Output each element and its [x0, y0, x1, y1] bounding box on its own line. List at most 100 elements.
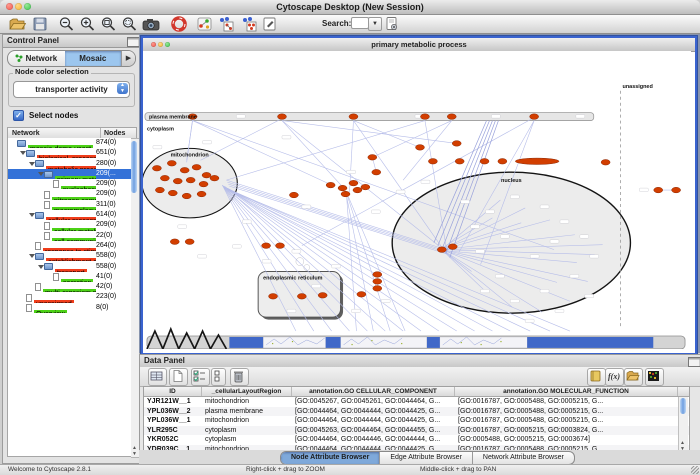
graph-node[interactable] — [373, 286, 382, 292]
tree-row[interactable]: Overview8(0) — [8, 303, 132, 313]
function-builder-icon[interactable]: f(x) — [605, 368, 624, 386]
network-canvas[interactable]: plasma membranecytoplasmmitochondrionnuc… — [143, 51, 691, 349]
search-dropdown-button[interactable]: ▼ — [368, 17, 382, 31]
float-panel-icon[interactable] — [688, 357, 700, 367]
graph-node[interactable] — [428, 159, 437, 165]
column-header[interactable]: ID — [144, 387, 202, 396]
region-nucleus[interactable] — [392, 172, 630, 313]
table-scrollbar[interactable]: ▲▼ — [678, 397, 688, 452]
table-row[interactable]: YPL036W__2plasma membrane[GO:0044464, GO… — [144, 407, 689, 417]
graph-node[interactable] — [368, 155, 377, 161]
graph-edge[interactable] — [282, 121, 457, 144]
tree-row[interactable]: mosaic-demo-yeast874(0) — [8, 138, 132, 148]
select-nodes-checkbox[interactable]: ✓ — [13, 110, 24, 121]
tree-row[interactable]: cellular metabol209(0) — [8, 220, 132, 230]
graph-node[interactable] — [515, 158, 559, 164]
graph-node[interactable] — [180, 167, 189, 173]
tab-overflow-arrow[interactable]: ▶ — [121, 51, 135, 66]
tree-row[interactable]: transport558(0) — [8, 262, 132, 272]
graph-node[interactable] — [452, 141, 461, 147]
tree-row[interactable]: unassigned223(0) — [8, 292, 132, 302]
graph-node[interactable] — [373, 279, 382, 285]
attribute-grid-icon[interactable] — [148, 368, 167, 386]
graph-edge[interactable] — [353, 121, 420, 148]
table-row[interactable]: YLR295Ccytoplasm[GO:0045263, GO:0044464,… — [144, 426, 689, 436]
tab-network[interactable]: Network — [8, 51, 65, 66]
network-window-titlebar[interactable]: primary metabolic process — [143, 38, 695, 52]
graph-node[interactable] — [437, 247, 446, 253]
tree-row[interactable]: primary metabo209(... — [8, 169, 132, 179]
table-row[interactable]: YKR052Ccytoplasm[GO:0044464, GO:0044446,… — [144, 435, 689, 445]
graph-node[interactable] — [202, 172, 211, 178]
select-all-attributes-icon[interactable] — [191, 368, 210, 386]
graph-node[interactable] — [197, 191, 206, 197]
graph-node[interactable] — [210, 175, 219, 181]
tree-row[interactable]: multi-organism pro42(0) — [8, 282, 132, 292]
minimized-window[interactable] — [427, 337, 440, 348]
graph-node[interactable] — [341, 191, 350, 197]
open-icon[interactable] — [8, 16, 26, 32]
graph-node[interactable] — [170, 239, 179, 245]
zoom-fit-icon[interactable] — [100, 16, 118, 32]
column-header[interactable]: annotation.GO MOLECULAR_FUNCTION — [455, 387, 678, 396]
graph-node[interactable] — [447, 114, 456, 120]
tree-scrollbar-thumb[interactable] — [131, 141, 137, 193]
graph-node[interactable] — [530, 114, 539, 120]
tree-row[interactable]: nucleobase-209(0) — [8, 179, 132, 189]
delete-attribute-icon[interactable] — [230, 368, 249, 386]
graph-node[interactable] — [155, 187, 164, 193]
graph-node[interactable] — [338, 185, 347, 191]
graph-node[interactable] — [361, 184, 370, 190]
tree-row[interactable]: nitrogen compo209(0) — [8, 189, 132, 199]
graph-node[interactable] — [416, 145, 425, 151]
column-header[interactable]: _cellularLayoutRegion — [202, 387, 292, 396]
tab-edge-attribute-browser[interactable]: Edge Attribute Browser — [380, 452, 473, 464]
table-row[interactable]: YPL036W__1mitochondrion[GO:0044464, GO:0… — [144, 416, 689, 426]
minimized-window[interactable] — [527, 337, 653, 348]
graph-node[interactable] — [357, 292, 366, 298]
save-icon[interactable] — [31, 16, 49, 32]
graph-node[interactable] — [654, 187, 663, 193]
tree-row[interactable]: cell communicat22(0) — [8, 231, 132, 241]
tree-row[interactable]: biological_process651(0) — [8, 148, 132, 158]
help-icon[interactable] — [170, 16, 188, 32]
network-window[interactable]: primary metabolic process plasma membran… — [141, 36, 697, 355]
network-from-selection-icon[interactable] — [217, 16, 235, 32]
search-settings-icon[interactable] — [384, 16, 402, 32]
tab-network-attribute-browser[interactable]: Network Attribute Browser — [473, 452, 574, 464]
attribute-table-header[interactable]: ID_cellularLayoutRegionannotation.GO CEL… — [144, 387, 689, 397]
graph-node[interactable] — [601, 159, 610, 165]
table-scrollbar-thumb[interactable] — [680, 398, 686, 414]
graph-edge[interactable] — [403, 121, 452, 181]
node-color-dropdown[interactable]: transporter activity ▲▼ — [13, 81, 130, 98]
tree-row[interactable]: response to stimul264(0) — [8, 241, 132, 251]
graph-node[interactable] — [498, 159, 507, 165]
tree-row[interactable]: cellular process614(0) — [8, 210, 132, 220]
tree-row[interactable]: establishment of lo558(0) — [8, 251, 132, 261]
graph-node[interactable] — [372, 169, 381, 175]
minimized-window[interactable] — [326, 337, 341, 348]
table-row[interactable]: YJR121W__1mitochondrion[GO:0045267, GO:0… — [144, 397, 689, 407]
column-header[interactable]: annotation.GO CELLULAR_COMPONENT — [292, 387, 455, 396]
mosaic-icon[interactable] — [645, 368, 664, 386]
snapshot-icon[interactable] — [142, 16, 160, 32]
notes-icon[interactable] — [587, 368, 606, 386]
graph-node[interactable] — [199, 181, 208, 187]
graph-node[interactable] — [672, 187, 681, 193]
graph-node[interactable] — [185, 239, 194, 245]
search-input[interactable] — [351, 17, 369, 29]
tree-row[interactable]: macromolecule311(0) — [8, 200, 132, 210]
annotation-icon[interactable] — [261, 16, 279, 32]
graph-node[interactable] — [152, 165, 161, 171]
graph-node[interactable] — [167, 160, 176, 166]
graph-node[interactable] — [326, 182, 335, 188]
tree-row[interactable]: secretion41(0) — [8, 272, 132, 282]
graph-node[interactable] — [168, 190, 177, 196]
unselect-all-attributes-icon[interactable] — [211, 368, 226, 386]
import-attributes-icon[interactable] — [624, 368, 643, 386]
graph-edge[interactable] — [282, 121, 346, 190]
graph-node[interactable] — [173, 178, 182, 184]
zoom-out-icon[interactable] — [58, 16, 76, 32]
network-from-edges-icon[interactable] — [240, 16, 258, 32]
zoom-in-icon[interactable] — [79, 16, 97, 32]
